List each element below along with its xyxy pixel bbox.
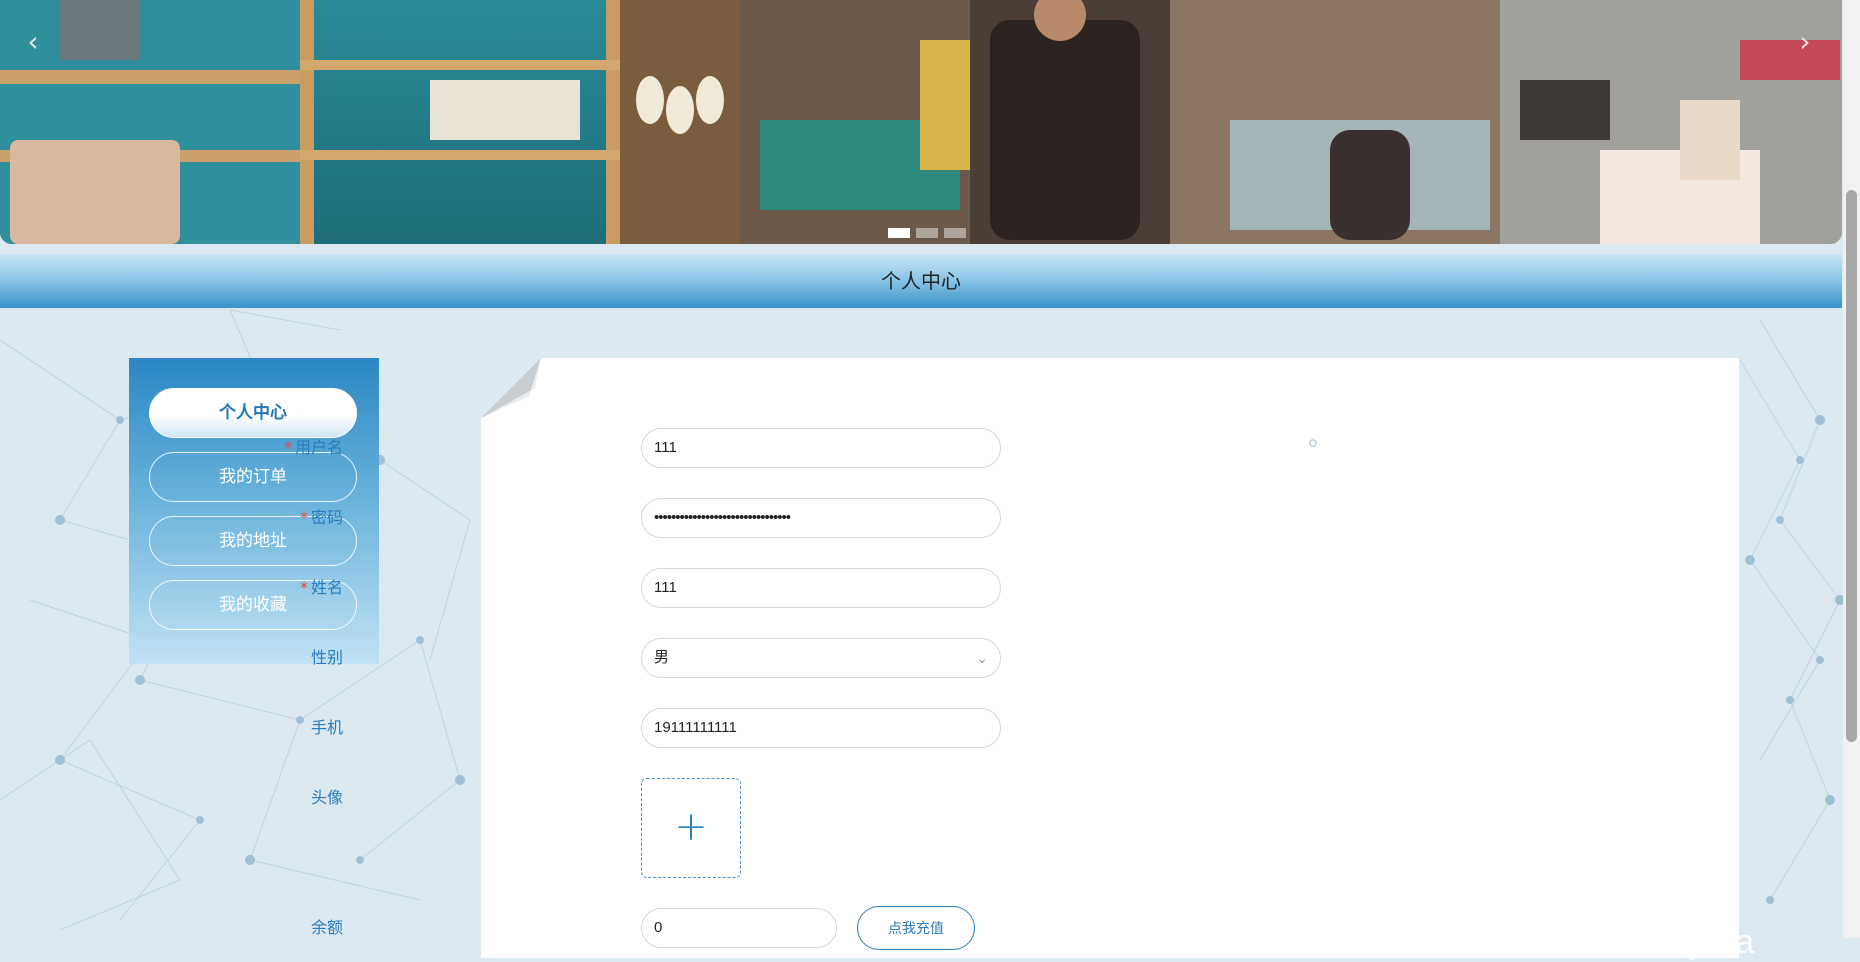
- scrollbar-thumb[interactable]: [1846, 190, 1857, 742]
- name-label: * 姓名: [299, 578, 343, 597]
- gender-select[interactable]: 男 ⌄: [641, 638, 1001, 678]
- balance-label: 余额: [310, 918, 343, 937]
- gender-selected-value: 男: [654, 649, 670, 666]
- gender-label: 性别: [310, 648, 343, 667]
- required-mark: *: [299, 578, 308, 597]
- carousel-prev-button[interactable]: ‹: [18, 22, 48, 62]
- carousel-indicator[interactable]: [916, 228, 938, 238]
- carousel-indicator[interactable]: [944, 228, 966, 238]
- carousel-indicator[interactable]: [888, 228, 910, 238]
- carousel-indicators: [888, 228, 966, 238]
- phone-label: 手机: [310, 718, 343, 737]
- form-row-avatar: 头像 +: [311, 778, 1381, 878]
- carousel-next-button[interactable]: ›: [1790, 22, 1820, 62]
- page-curl-decoration: [481, 358, 541, 418]
- username-label: * 用户名: [283, 438, 343, 457]
- decorative-dot-icon: [1309, 439, 1317, 447]
- password-label: * 密码: [299, 508, 343, 527]
- name-input[interactable]: 111: [641, 568, 1001, 608]
- banner-image: [0, 0, 1842, 244]
- recharge-button[interactable]: 点我充值: [857, 906, 975, 950]
- form-row-password: * 密码 ••••••••••••••••••••••••••••••••: [300, 498, 1381, 538]
- plus-icon: +: [674, 804, 708, 850]
- avatar-upload-button[interactable]: +: [641, 778, 741, 878]
- balance-input[interactable]: 0: [641, 908, 837, 948]
- form-row-gender: 性别 男 ⌄: [311, 638, 1381, 678]
- profile-form-panel: * 用户名 111 * 密码 •••••••••••••••••••••••••••…: [284, 358, 1739, 958]
- avatar-label: 头像: [310, 788, 343, 807]
- form-row-username: * 用户名 111: [284, 428, 1381, 468]
- password-input[interactable]: ••••••••••••••••••••••••••••••••: [641, 498, 1001, 538]
- form-row-phone: 手机 19111111111: [311, 708, 1381, 748]
- form-row-balance: 余额 0 点我充值: [311, 906, 1381, 950]
- form-row-name: * 姓名 111: [300, 568, 1381, 608]
- required-mark: *: [283, 438, 292, 457]
- banner-carousel[interactable]: ‹ ›: [0, 0, 1842, 244]
- required-mark: *: [299, 508, 308, 527]
- username-input[interactable]: 111: [641, 428, 1001, 468]
- chevron-down-icon: ⌄: [976, 650, 988, 666]
- watermark: CSDN @shaoweijava: [1527, 884, 1755, 961]
- page-title: 个人中心: [0, 254, 1842, 308]
- phone-input[interactable]: 19111111111: [641, 708, 1001, 748]
